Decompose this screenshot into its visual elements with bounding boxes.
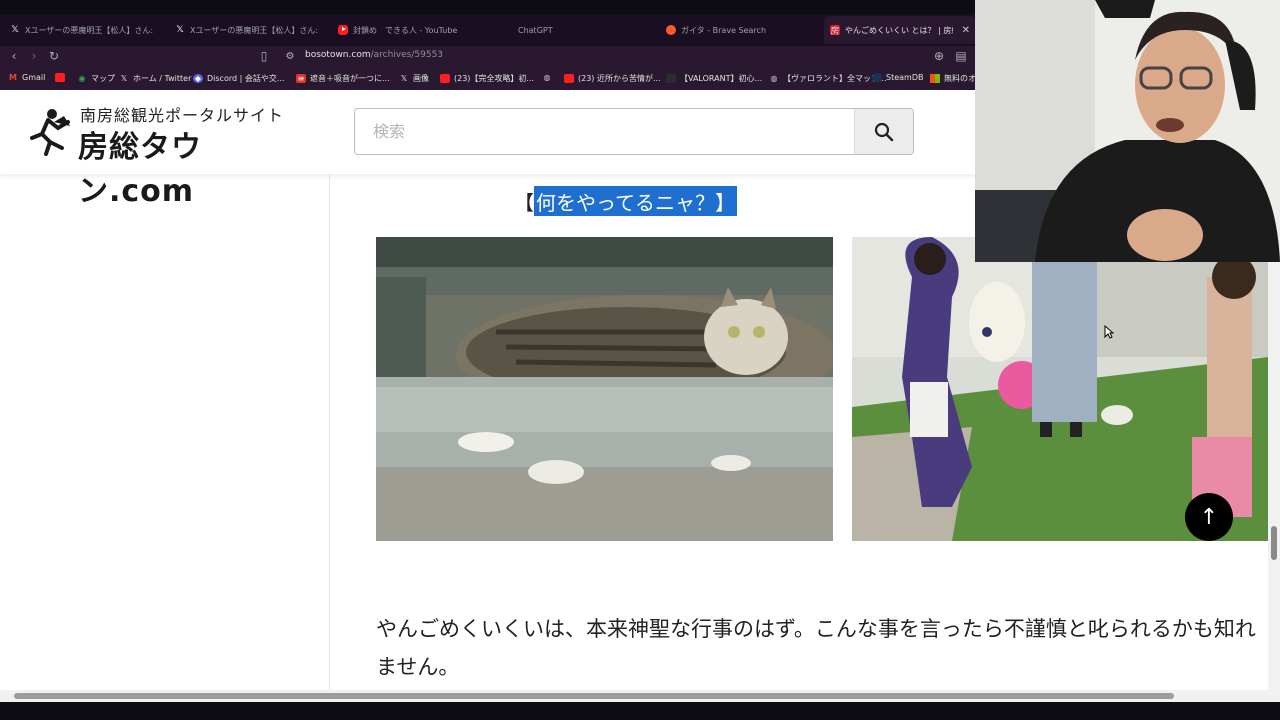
url-path: /archives/59553 [370,50,444,60]
runner-logo-icon [30,109,70,156]
search-button[interactable] [854,109,913,154]
bookmark-globe[interactable]: ◍ [542,73,552,82]
globe-icon: ◍ [543,73,551,82]
bottom-strip [0,702,1280,720]
bookmark-steamdb[interactable]: SteamDB [872,73,923,82]
bookmark-label: 遮音＋吸音が一つに... [310,74,390,83]
url-field[interactable]: bosotown.com/archives/59553 [305,50,443,60]
search-box [354,108,914,155]
tab-1-label: Xユーザーの悪魔明王【松人】さん: 「https: [25,25,160,35]
bookmark-label: SteamDB [886,73,924,82]
reader-icon[interactable]: ▤ [953,48,969,64]
x-icon: 𝕏 [400,74,408,83]
mouse-cursor-icon [1104,325,1114,339]
tab-1[interactable]: 𝕏 Xユーザーの悪魔明王【松人】さん: 「https: [10,18,160,42]
horizontal-scrollbar[interactable] [0,690,1280,702]
maps-icon: ◉ [78,74,86,83]
bookmark-soundproof[interactable]: ≡ 遮音＋吸音が一つに... [296,73,390,84]
bookmark-valorant-maps[interactable]: ◍ 【ヴァロラント】全マップ... [769,73,887,84]
tab-2-label: Xユーザーの悪魔明王【松人】さん: 「https: [190,25,325,35]
bookmark-label: 【VALORANT】初心... [680,74,763,83]
bookmark-icon[interactable]: ▯ [256,48,272,64]
tab-2[interactable]: 𝕏 Xユーザーの悪魔明王【松人】さん: 「https: [175,18,325,42]
bookmark-label: Gmail [22,73,46,82]
app-icon: ≡ [296,74,306,83]
heading-bracket: 【 [514,190,534,215]
webcam-overlay [975,0,1280,262]
site-icon: 房 [830,25,840,37]
arrow-up-icon: ↑ [1199,504,1219,530]
youtube-icon [338,25,348,35]
bookmark-youtube[interactable] [55,73,65,82]
bookmark-label: Discord | 会話や交... [207,74,285,83]
site-info-icon[interactable]: ⚙ [282,48,298,64]
scroll-to-top-button[interactable]: ↑ [1185,493,1233,541]
search-input[interactable] [355,109,855,154]
bookmark-gmail[interactable]: M Gmail [8,73,45,82]
section-heading: 【何をやってるニャ？】 [514,186,737,216]
bookmark-label: (23)【完全攻略】初... [454,74,535,83]
reload-icon[interactable]: ↻ [46,48,62,64]
tab-4[interactable]: ChatGPT [518,18,638,42]
bookmark-label: (23) 近所から苦情が... [578,74,661,83]
heading-selected-text: 何をやってるニャ？】 [534,186,737,216]
address-bar [0,46,975,68]
bookmark-twitter[interactable]: 𝕏 ホーム / Twitter [119,73,192,84]
bookmark-label: 無料のオ [944,74,976,83]
tab-5[interactable]: ガイタ - Brave Search [666,18,816,42]
url-domain: bosotown.com [305,50,371,60]
tab-4-label: ChatGPT [518,25,553,35]
search-icon [874,122,894,141]
site-name: 房総タウン.com [78,130,202,209]
bookmark-free[interactable]: 無料のオ [930,73,976,84]
globe-icon: ◍ [770,74,778,83]
x-icon: 𝕏 [176,25,184,35]
bookmark-label: 画像 [413,74,429,83]
back-icon[interactable]: ‹ [6,48,22,64]
bookmark-valorant[interactable]: 【VALORANT】初心... [666,73,762,84]
tab-5-label: ガイタ - Brave Search [681,25,767,35]
tab-6-active[interactable]: 房 やんごめくいくい とは？ | 房総タウン ✕ [824,16,976,44]
gmail-icon: M [9,73,17,82]
brave-icon [666,25,676,35]
bookmark-images[interactable]: 𝕏 画像 [399,73,429,84]
article-paragraph: やんごめくいくいは、本来神聖な行事のはず。こんな事を言ったら不謹慎と叱られるかも… [376,617,1256,679]
forward-icon[interactable]: › [26,48,42,64]
youtube-icon [440,74,450,83]
tab-6-label: やんごめくいくい とは？ | 房総タウン [845,25,953,35]
bookmark-label: マップ [91,74,115,83]
discord-icon: ◆ [193,74,203,83]
horizontal-scroll-thumb[interactable] [14,693,1174,699]
tab-3-label: 封鎖め できる人 - YouTube [353,25,458,35]
bookmark-youtube-neighbors[interactable]: (23) 近所から苦情が... [564,73,661,84]
youtube-icon [55,73,65,82]
site-logo[interactable]: 南房総観光ポータルサイト 房総タウン.com [24,102,294,209]
valorant-icon [666,74,676,83]
bookmark-label: ホーム / Twitter [133,74,192,83]
cat-photo [376,237,833,541]
youtube-icon [564,74,574,83]
sidebar-divider [329,174,330,702]
steam-icon [872,73,882,82]
bookmark-youtube-guide[interactable]: (23)【完全攻略】初... [440,73,534,84]
vertical-scroll-thumb[interactable] [1271,526,1277,560]
x-icon: 𝕏 [120,74,128,83]
bookmark-discord[interactable]: ◆ Discord | 会話や交... [193,73,284,84]
close-icon[interactable]: ✕ [962,25,970,36]
zoom-icon[interactable]: ⊕ [931,48,947,64]
x-icon: 𝕏 [11,25,19,35]
bookmark-maps[interactable]: ◉ マップ [77,73,116,84]
tab-3[interactable]: 封鎖め できる人 - YouTube [338,18,488,42]
ms-icon [930,74,940,83]
